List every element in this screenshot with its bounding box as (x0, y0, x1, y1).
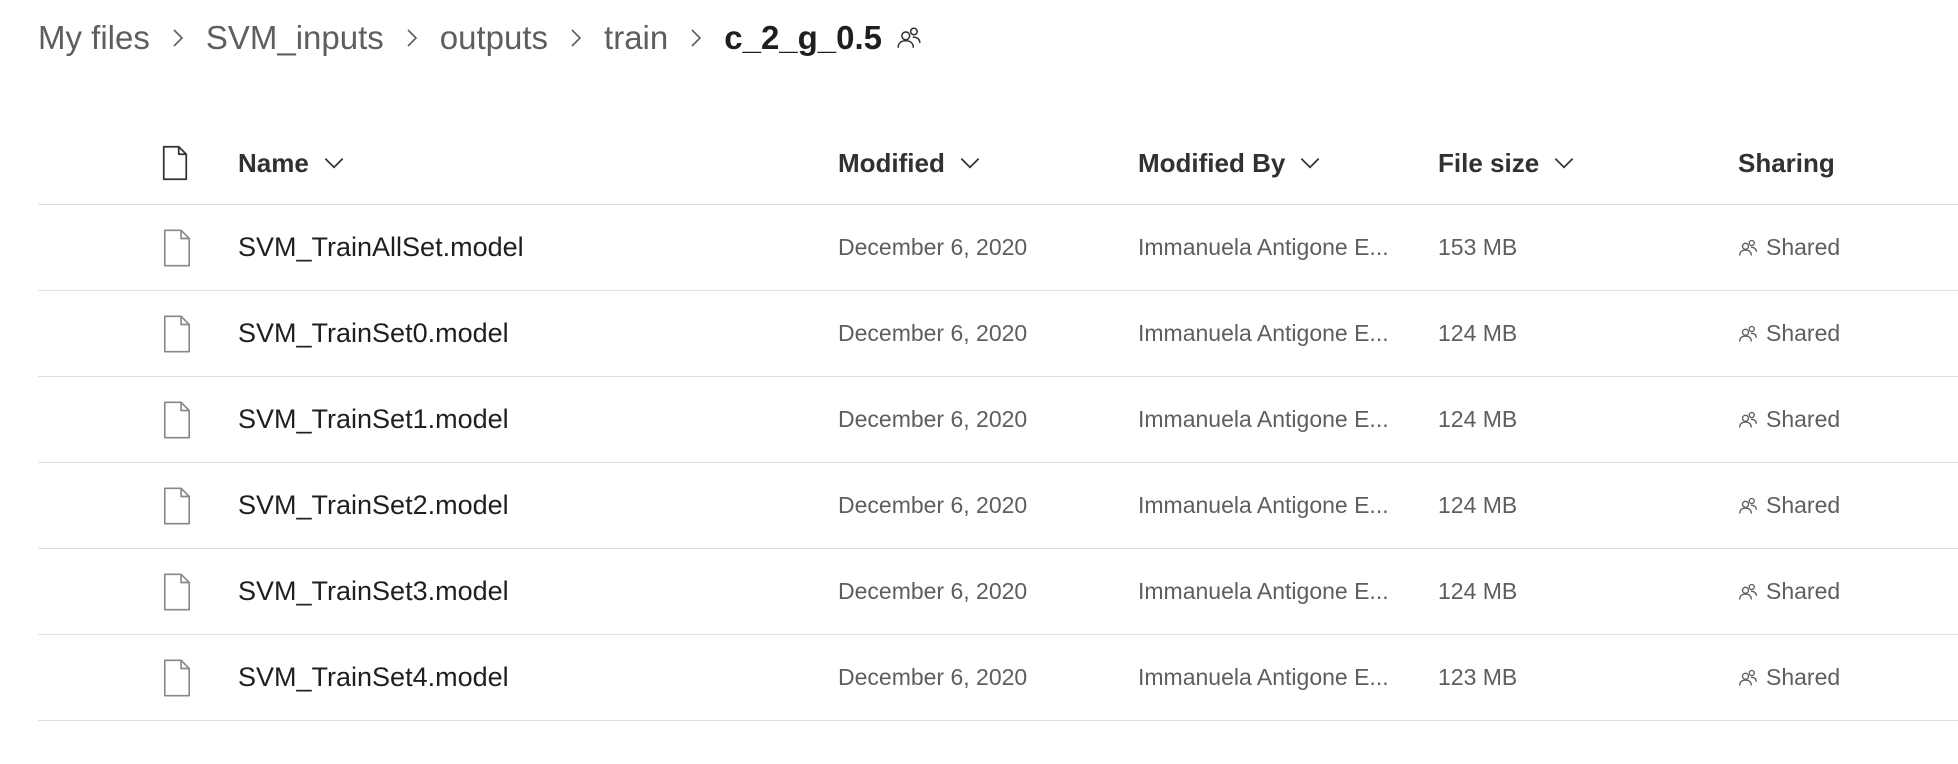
sharing-label: Shared (1766, 664, 1841, 690)
file-icon (160, 635, 194, 720)
sharing-label: Shared (1766, 578, 1841, 604)
column-header-name[interactable]: Name (238, 122, 347, 204)
file-size: 124 MB (1438, 492, 1518, 518)
chevron-down-icon (957, 150, 983, 176)
file-icon (160, 377, 194, 462)
sharing-status[interactable]: Shared (1738, 549, 1840, 634)
table-row[interactable]: SVM_TrainSet1.model December 6, 2020 Imm… (38, 377, 1958, 463)
modified-date: December 6, 2020 (838, 406, 1028, 432)
table-row[interactable]: SVM_TrainAllSet.model December 6, 2020 I… (38, 205, 1958, 291)
modified-date: December 6, 2020 (838, 578, 1028, 604)
file-name-link[interactable]: SVM_TrainAllSet.model (238, 205, 524, 290)
modified-date: December 6, 2020 (838, 234, 1028, 260)
modified-date: December 6, 2020 (838, 664, 1028, 690)
sharing-label: Shared (1766, 406, 1841, 432)
file-icon (160, 549, 194, 634)
sharing-status[interactable]: Shared (1738, 205, 1840, 290)
column-header-file-size-label: File size (1438, 147, 1540, 178)
file-name-link[interactable]: SVM_TrainSet1.model (238, 377, 509, 462)
sharing-status[interactable]: Shared (1738, 463, 1840, 548)
file-name-link[interactable]: SVM_TrainSet3.model (238, 549, 509, 634)
file-list: Name Modified Modified By File size Shar… (38, 122, 1958, 721)
table-row[interactable]: SVM_TrainSet2.model December 6, 2020 Imm… (38, 463, 1958, 549)
table-row[interactable]: SVM_TrainSet3.model December 6, 2020 Imm… (38, 549, 1958, 635)
modified-date: December 6, 2020 (838, 492, 1028, 518)
shared-people-icon (1738, 238, 1758, 258)
shared-people-icon (1738, 496, 1758, 516)
sharing-status[interactable]: Shared (1738, 635, 1840, 720)
chevron-down-icon (1551, 150, 1577, 176)
breadcrumb: My files SVM_inputs outputs train c_2_g_… (38, 14, 922, 62)
shared-people-icon (1738, 668, 1758, 688)
shared-people-icon (1738, 410, 1758, 430)
file-name-link[interactable]: SVM_TrainSet4.model (238, 635, 509, 720)
chevron-down-icon (321, 150, 347, 176)
chevron-right-icon (400, 26, 424, 50)
file-name-link[interactable]: SVM_TrainSet2.model (238, 463, 509, 548)
sharing-label: Shared (1766, 234, 1841, 260)
chevron-down-icon (1297, 150, 1323, 176)
modified-by[interactable]: Immanuela Antigone E... (1138, 377, 1389, 462)
breadcrumb-outputs[interactable]: outputs (440, 19, 548, 57)
column-header-modified-by-label: Modified By (1138, 147, 1286, 178)
file-size: 124 MB (1438, 578, 1518, 604)
sharing-status[interactable]: Shared (1738, 291, 1840, 376)
file-size: 123 MB (1438, 664, 1518, 690)
column-header-sharing[interactable]: Sharing (1738, 122, 1835, 204)
column-header-modified-by[interactable]: Modified By (1138, 122, 1323, 204)
file-icon (160, 463, 194, 548)
chevron-right-icon (684, 26, 708, 50)
column-header-modified[interactable]: Modified (838, 122, 983, 204)
chevron-right-icon (166, 26, 190, 50)
shared-people-icon (1738, 582, 1758, 602)
file-type-header-icon[interactable] (160, 122, 190, 204)
modified-by[interactable]: Immanuela Antigone E... (1138, 549, 1389, 634)
breadcrumb-my-files[interactable]: My files (38, 19, 150, 57)
modified-by[interactable]: Immanuela Antigone E... (1138, 463, 1389, 548)
file-size: 124 MB (1438, 406, 1518, 432)
file-name-link[interactable]: SVM_TrainSet0.model (238, 291, 509, 376)
modified-date: December 6, 2020 (838, 320, 1028, 346)
modified-by[interactable]: Immanuela Antigone E... (1138, 205, 1389, 290)
modified-by[interactable]: Immanuela Antigone E... (1138, 635, 1389, 720)
breadcrumb-svm-inputs[interactable]: SVM_inputs (206, 19, 384, 57)
file-icon (160, 291, 194, 376)
column-header-modified-label: Modified (838, 147, 945, 178)
breadcrumb-train[interactable]: train (604, 19, 668, 57)
file-icon (160, 205, 194, 290)
breadcrumb-current: c_2_g_0.5 (724, 19, 883, 56)
column-header-name-label: Name (238, 147, 309, 178)
file-size: 124 MB (1438, 320, 1518, 346)
column-header-file-size[interactable]: File size (1438, 122, 1577, 204)
chevron-right-icon (564, 26, 588, 50)
table-row[interactable]: SVM_TrainSet0.model December 6, 2020 Imm… (38, 291, 1958, 377)
column-header-sharing-label: Sharing (1738, 147, 1835, 178)
sharing-label: Shared (1766, 492, 1841, 518)
file-size: 153 MB (1438, 234, 1518, 260)
sharing-label: Shared (1766, 320, 1841, 346)
modified-by[interactable]: Immanuela Antigone E... (1138, 291, 1389, 376)
shared-people-icon[interactable] (896, 25, 922, 51)
sharing-status[interactable]: Shared (1738, 377, 1840, 462)
table-row[interactable]: SVM_TrainSet4.model December 6, 2020 Imm… (38, 635, 1958, 721)
table-header: Name Modified Modified By File size Shar… (38, 122, 1958, 205)
shared-people-icon (1738, 324, 1758, 344)
